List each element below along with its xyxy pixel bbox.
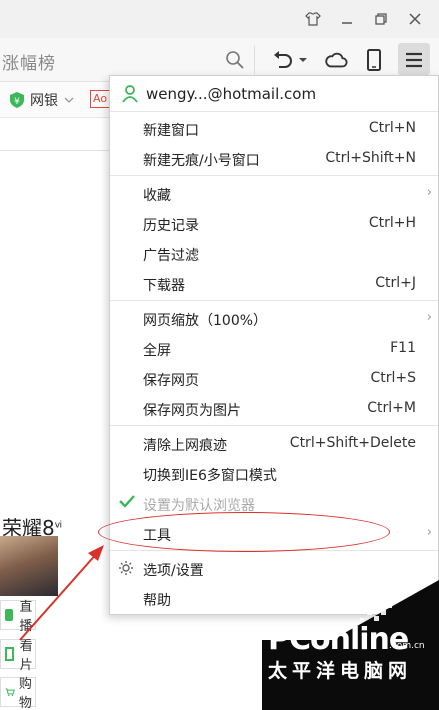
account-email: wengy...@hotmail.com (146, 84, 317, 103)
restore-icon[interactable] (370, 8, 392, 30)
user-icon (122, 84, 138, 103)
menu-separator (110, 300, 438, 301)
chevron-right-icon: › (426, 310, 432, 325)
bookmark-bank[interactable]: ¥ 网银 (8, 90, 74, 110)
undo-icon[interactable] (271, 48, 295, 72)
watermark-domain: .com.cn (389, 641, 425, 651)
skin-icon[interactable] (302, 8, 324, 30)
side-button-live[interactable]: 直播 (0, 600, 36, 634)
toolbar-divider (254, 46, 255, 74)
dropdown-caret-icon[interactable] (296, 48, 310, 72)
menu-item-history[interactable]: 历史记录 Ctrl+H (110, 209, 438, 239)
cloud-icon[interactable] (324, 48, 348, 72)
side-button-video[interactable]: 看片 (0, 639, 36, 673)
menu-item-downloader[interactable]: 下载器 Ctrl+J (110, 269, 438, 299)
bookmark-bank-label: 网银 (30, 93, 58, 109)
phone-icon[interactable] (362, 48, 386, 72)
menu-item-ie6-mode[interactable]: 切换到IE6多窗口模式 (110, 459, 438, 489)
menu-item-new-incognito[interactable]: 新建无痕/小号窗口 Ctrl+Shift+N (110, 144, 438, 174)
live-icon (5, 609, 14, 621)
minimize-icon[interactable] (336, 8, 358, 30)
side-button-shop[interactable]: 购物 (0, 677, 36, 710)
title-bar (0, 0, 439, 38)
menu-item-clear-history[interactable]: 清除上网痕迹 Ctrl+Shift+Delete (110, 429, 438, 459)
search-box-text[interactable]: 涨幅榜 (2, 49, 56, 74)
watermark-cn: 太平洋电脑网 (268, 660, 413, 682)
menu-separator (110, 425, 438, 426)
page-divider (0, 150, 110, 151)
menu-item-zoom[interactable]: 网页缩放（100%） › (110, 304, 438, 334)
checkmark-icon (119, 495, 135, 508)
film-icon (5, 647, 14, 661)
close-icon[interactable] (404, 8, 426, 30)
menu-icon[interactable] (402, 48, 426, 72)
phone-ad-image[interactable] (0, 536, 58, 596)
chevron-down-icon (64, 97, 74, 103)
watermark-brand: PConline (268, 622, 409, 657)
bookmark-ad-badge[interactable]: Ao (90, 90, 111, 108)
cart-icon (5, 688, 15, 697)
gear-icon (119, 561, 133, 575)
menu-item-favorites[interactable]: 收藏 › (110, 179, 438, 209)
menu-separator (110, 175, 438, 176)
chevron-right-icon: › (426, 185, 432, 200)
search-icon[interactable] (223, 48, 247, 72)
annotation-ellipse (98, 512, 390, 552)
menu-item-save-as-image[interactable]: 保存网页为图片 Ctrl+M (110, 394, 438, 424)
account-row[interactable]: wengy...@hotmail.com (110, 76, 438, 112)
shield-yen-icon: ¥ (10, 92, 24, 108)
chevron-right-icon: › (426, 525, 432, 540)
menu-item-new-window[interactable]: 新建窗口 Ctrl+N (110, 114, 438, 144)
menu-item-ad-filter[interactable]: 广告过滤 (110, 239, 438, 269)
menu-item-fullscreen[interactable]: 全屏 F11 (110, 334, 438, 364)
menu-item-save-page[interactable]: 保存网页 Ctrl+S (110, 364, 438, 394)
svg-text:¥: ¥ (14, 97, 20, 107)
